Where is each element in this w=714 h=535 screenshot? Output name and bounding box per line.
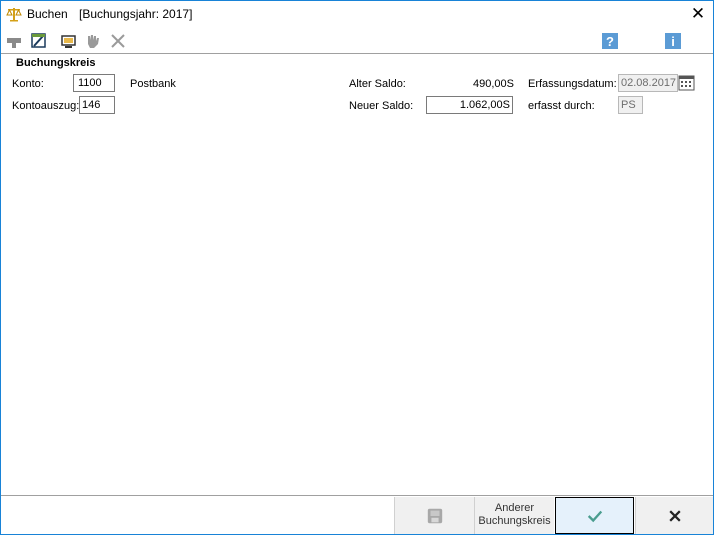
- hand-icon: [88, 35, 99, 48]
- svg-text:?: ?: [606, 34, 614, 49]
- neuer-saldo-input[interactable]: 1.062,00S: [426, 96, 513, 114]
- main-window: Buchen [Buchungsjahr: 2017] ✕ ? i Buchun…: [0, 0, 714, 535]
- monitor-button[interactable]: [59, 31, 79, 51]
- floppy-disk-icon: [427, 508, 442, 524]
- toolbar-separator: [1, 53, 713, 54]
- group-title: Buchungskreis: [16, 57, 96, 69]
- cancel-button[interactable]: [635, 497, 713, 534]
- delete-button[interactable]: [108, 31, 128, 51]
- close-icon: ✕: [690, 4, 706, 23]
- calendar-icon: [678, 75, 695, 91]
- erfassungsdatum-label: Erfassungsdatum:: [528, 78, 617, 90]
- konto-name: Postbank: [130, 78, 176, 90]
- edit-document-icon: [31, 33, 46, 48]
- erfasst-durch-input[interactable]: PS: [618, 96, 643, 114]
- erfasst-durch-label: erfasst durch:: [528, 100, 595, 112]
- hand-button[interactable]: [83, 31, 103, 51]
- anderer-label-line1: Anderer: [494, 502, 535, 514]
- konto-input[interactable]: 1100: [73, 74, 115, 92]
- neuer-saldo-label: Neuer Saldo:: [349, 100, 414, 112]
- info-button[interactable]: i: [663, 31, 683, 51]
- toolbar: ? i: [1, 29, 713, 53]
- window-subtitle: [Buchungsjahr: 2017]: [79, 7, 193, 21]
- svg-text:i: i: [671, 34, 675, 49]
- window-title: Buchen: [27, 7, 68, 21]
- alter-saldo-label: Alter Saldo:: [349, 78, 406, 90]
- kontoauszug-label: Kontoauszug:: [12, 100, 80, 112]
- save-button[interactable]: [394, 497, 474, 534]
- anderer-label-line2: Buchungskreis: [478, 515, 551, 527]
- cancel-x-icon: [668, 510, 681, 522]
- erfassungsdatum-input[interactable]: 02.08.2017: [618, 74, 678, 92]
- info-icon: i: [665, 33, 681, 49]
- anderer-buchungskreis-button[interactable]: Anderer Buchungskreis: [474, 497, 554, 534]
- alter-saldo-value: 490,00S: [473, 78, 514, 90]
- kontoauszug-input[interactable]: 146: [79, 96, 115, 114]
- calendar-button[interactable]: [678, 75, 695, 91]
- title-bar: Buchen [Buchungsjahr: 2017] ✕: [1, 1, 713, 28]
- edit-document-button[interactable]: [29, 31, 49, 51]
- help-button[interactable]: ?: [600, 31, 620, 51]
- ok-button[interactable]: [555, 497, 634, 534]
- monitor-icon: [61, 35, 76, 48]
- stamp-button[interactable]: [5, 31, 25, 51]
- window-close-button[interactable]: ✕: [685, 3, 711, 25]
- bottom-separator: [1, 495, 713, 496]
- help-icon: ?: [602, 33, 618, 49]
- checkmark-icon: [587, 510, 602, 523]
- delete-cross-icon: [111, 34, 125, 48]
- scales-app-icon: [6, 6, 22, 22]
- stamp-icon: [7, 38, 21, 48]
- konto-label: Konto:: [12, 78, 44, 90]
